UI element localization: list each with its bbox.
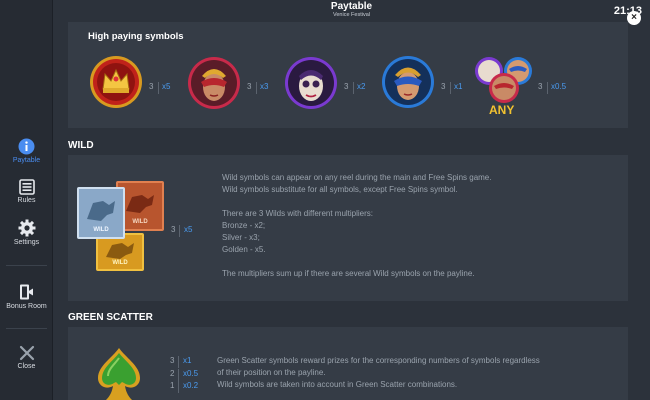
exit-door-icon <box>19 284 33 300</box>
wild-tile-label: WILD <box>93 227 109 233</box>
spade-scatter-icon <box>98 348 140 400</box>
paytable-screen: Paytable Rules Settings Bonus Room Close… <box>0 0 650 400</box>
pay-divider <box>256 82 257 94</box>
desc-spacer <box>222 256 491 268</box>
pay-count: 3 <box>170 356 175 365</box>
wild-tile-label: WILD <box>112 260 128 266</box>
wild-silver-tile: WILD <box>77 187 125 239</box>
desc-line: Wild symbols substitute for all symbols,… <box>222 185 458 194</box>
sidebar: Paytable Rules Settings Bonus Room Close <box>0 0 53 400</box>
lion-icon <box>87 201 115 221</box>
woman-red-mask-symbol-icon <box>188 57 240 109</box>
pay-multiplier: x3 <box>260 82 269 91</box>
pay-multiplier: x0.5 <box>183 369 199 378</box>
crown-symbol-icon <box>90 56 142 108</box>
sidebar-divider <box>6 328 47 329</box>
pay-multiplier: x0.2 <box>183 381 199 390</box>
pay-multiplier: x5 <box>162 82 171 91</box>
sidebar-item-label: Rules <box>17 197 36 204</box>
pay-count: 3 <box>538 82 543 91</box>
woman-blue-mask-symbol-icon <box>382 56 434 108</box>
page-subtitle: Venice Festival <box>333 12 370 18</box>
pay-count: 1 <box>170 381 175 390</box>
pay-divider <box>178 369 179 381</box>
pay-count: 3 <box>441 82 446 91</box>
sidebar-item-label: Close <box>17 363 36 370</box>
pay-divider <box>547 82 548 94</box>
high-paying-title: High paying symbols <box>88 31 184 42</box>
pay-count: 2 <box>170 369 175 378</box>
pay-multiplier: x1 <box>454 82 463 91</box>
pay-count: 3 <box>149 82 154 91</box>
sidebar-item-close[interactable]: Close <box>0 345 53 370</box>
sidebar-item-label: Paytable <box>12 157 41 164</box>
pay-multiplier: x1 <box>183 356 192 365</box>
green-scatter-section-title: GREEN SCATTER <box>68 312 153 323</box>
sidebar-item-label: Bonus Room <box>6 303 47 310</box>
sidebar-item-paytable[interactable]: Paytable <box>0 138 53 164</box>
desc-line: Bronze - x2; <box>222 221 266 230</box>
any-symbol-icon <box>475 57 532 103</box>
desc-line: Silver - x3; <box>222 233 260 242</box>
sidebar-item-settings[interactable]: Settings <box>0 219 53 246</box>
sidebar-item-label: Settings <box>13 239 40 246</box>
desc-line: There are 3 Wilds with different multipl… <box>222 209 374 218</box>
pay-divider <box>179 225 180 237</box>
sidebar-item-rules[interactable]: Rules <box>0 179 53 204</box>
gear-icon <box>18 219 35 237</box>
pay-multiplier: x0.5 <box>551 82 567 91</box>
close-icon <box>19 345 34 361</box>
list-icon <box>18 179 35 195</box>
pay-count: 3 <box>344 82 349 91</box>
close-button[interactable]: × <box>627 11 641 25</box>
pay-multiplier: x5 <box>184 225 193 234</box>
desc-line: Wild symbols are taken into account in G… <box>217 380 458 389</box>
pay-divider <box>178 356 179 368</box>
lion-icon <box>106 243 134 259</box>
pay-multiplier: x2 <box>357 82 366 91</box>
page-title: Paytable <box>330 1 373 12</box>
wild-section-title: WILD <box>68 140 94 151</box>
desc-line: Green Scatter symbols reward prizes for … <box>217 356 540 365</box>
green-scatter-description: Green Scatter symbols reward prizes for … <box>217 355 540 391</box>
close-icon: × <box>631 12 637 23</box>
desc-line: Wild symbols can appear on any reel duri… <box>222 173 492 182</box>
desc-spacer <box>222 196 491 208</box>
pay-divider <box>178 381 179 393</box>
wild-description: Wild symbols can appear on any reel duri… <box>222 172 491 280</box>
pay-count: 3 <box>171 225 176 234</box>
header: Paytable Venice Festival 21:13 <box>53 0 650 22</box>
any-badge: ANY <box>489 103 515 117</box>
pay-divider <box>450 82 451 94</box>
info-icon <box>18 138 35 155</box>
sidebar-divider <box>6 265 47 266</box>
desc-line: of their position on the payline. <box>217 368 326 377</box>
pay-divider <box>158 82 159 94</box>
sidebar-item-bonus-room[interactable]: Bonus Room <box>0 283 53 310</box>
pay-divider <box>353 82 354 94</box>
desc-line: The multipliers sum up if there are seve… <box>222 269 475 278</box>
skull-mask-symbol-icon <box>285 57 337 109</box>
pay-count: 3 <box>247 82 252 91</box>
desc-line: Golden - x5. <box>222 245 266 254</box>
